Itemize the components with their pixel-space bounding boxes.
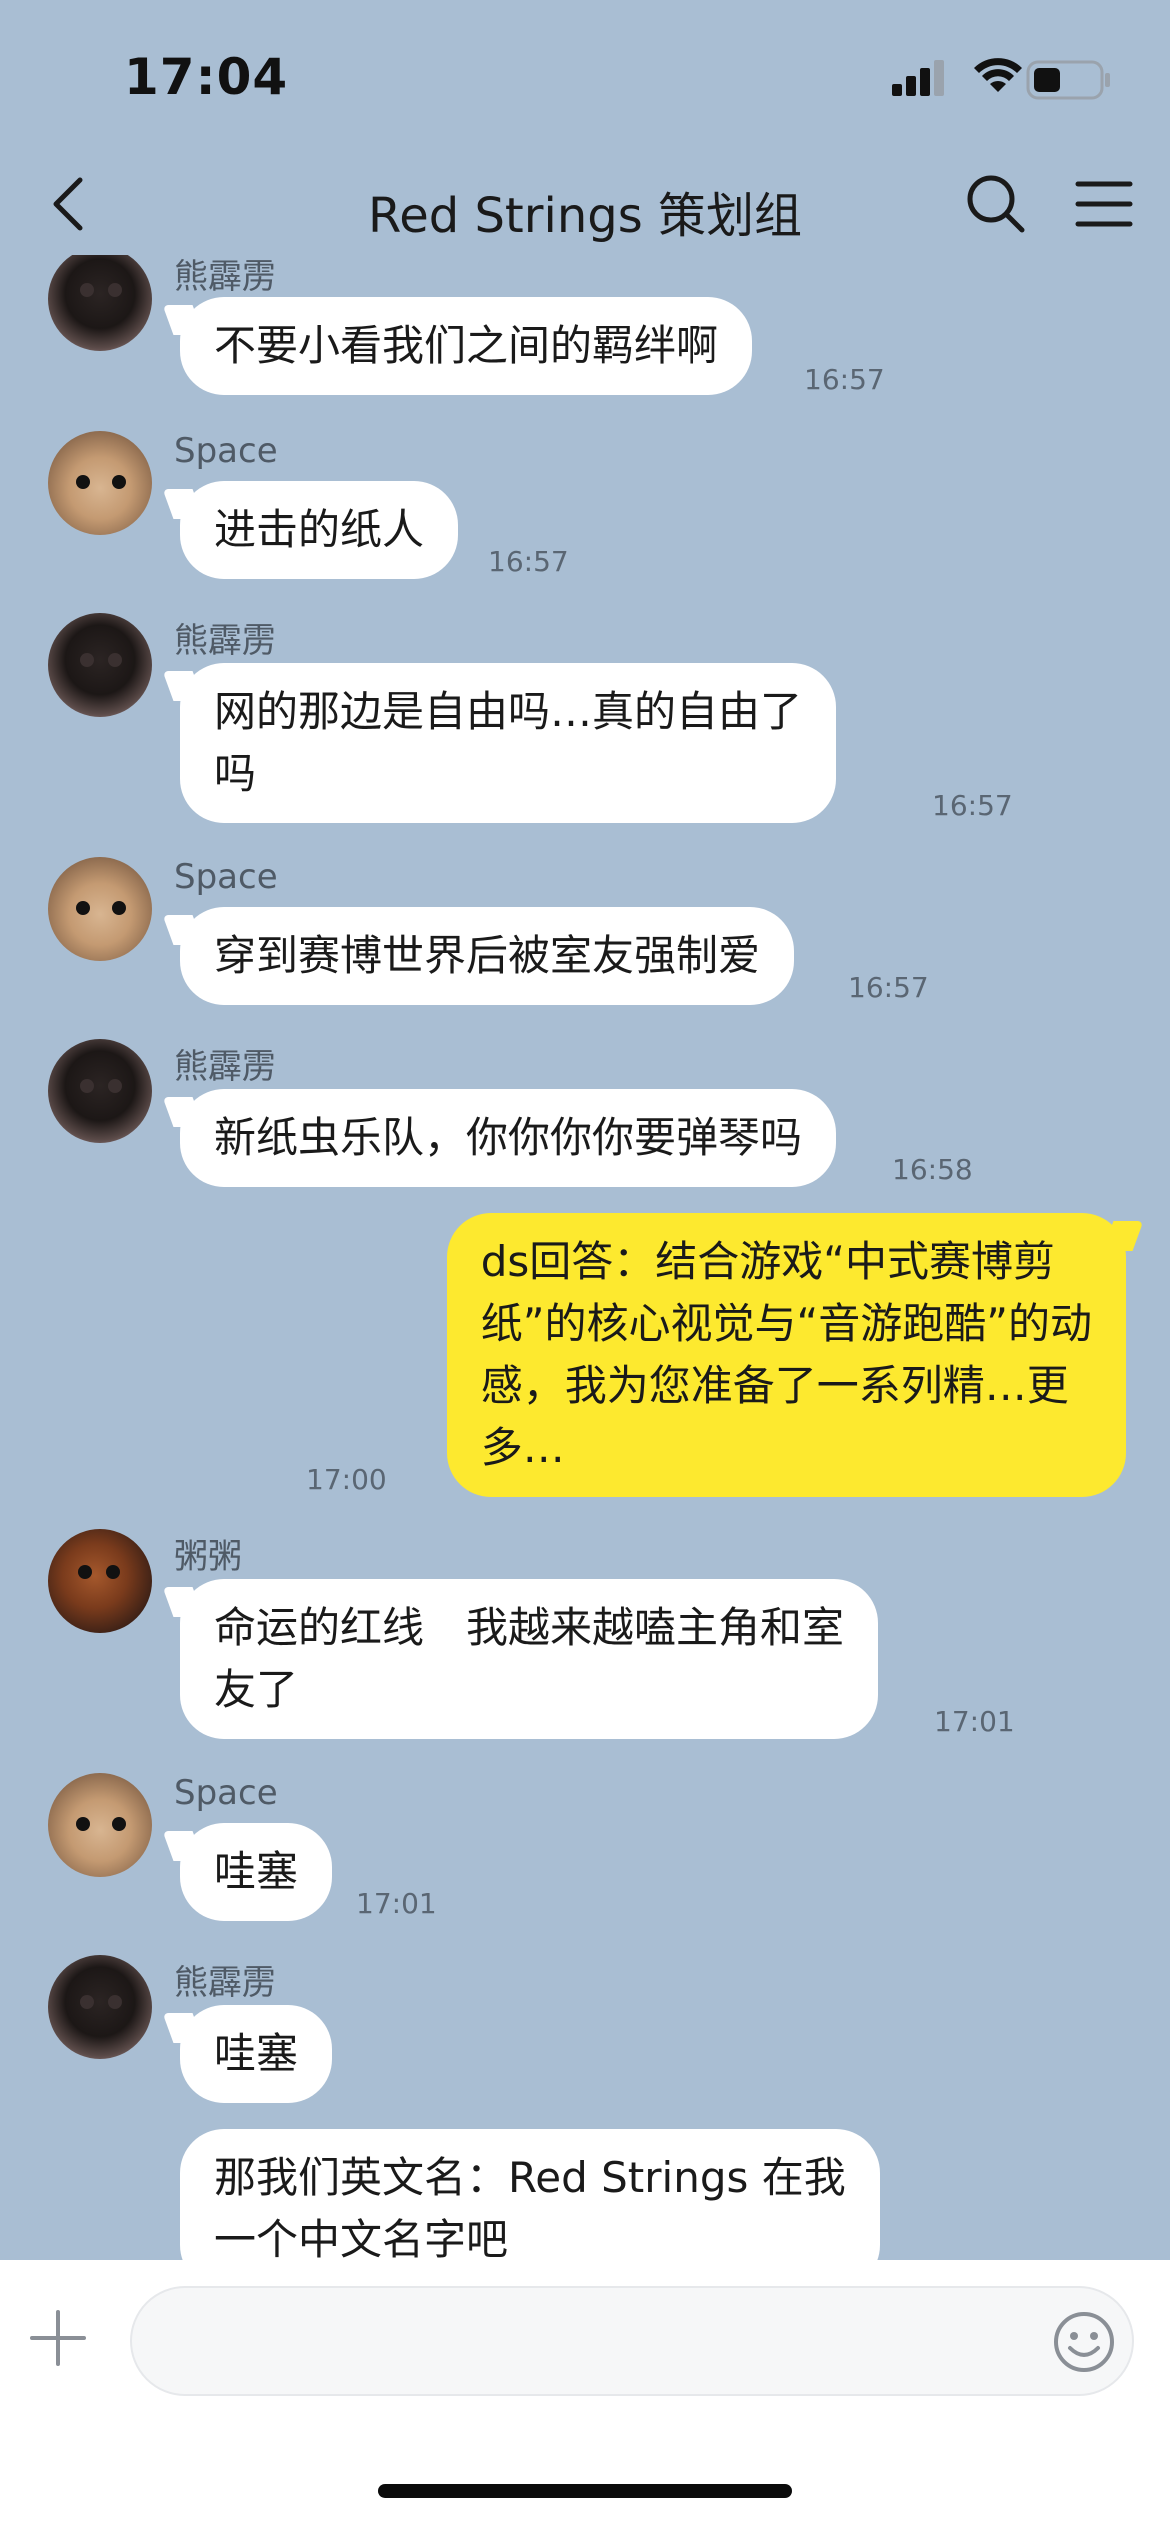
message-bubble[interactable]: 哇塞 (180, 2005, 333, 2103)
sender-name: 熊霹雳 (174, 1047, 276, 1087)
message-bubble[interactable]: 命运的红线 我越来越嗑主角和室 友了 (180, 1579, 879, 1739)
sender-name: Space (174, 1773, 278, 1813)
sender-name: Space (174, 431, 278, 471)
message-text-line: 那我们英文名：Red Strings 在我 (214, 2153, 846, 2202)
message-text-line: 友了 (214, 1665, 299, 1714)
wifi-icon (974, 58, 1022, 92)
menu-icon[interactable] (1074, 176, 1134, 232)
sender-name: Space (174, 857, 278, 897)
message-bubble[interactable]: 网的那边是自由吗…真的自由了 吗 (180, 663, 837, 823)
message-time: 16:57 (848, 971, 929, 1004)
message-time: 17:01 (934, 1705, 1015, 1738)
message-text: 新纸虫乐队，你你你你要弹琴吗 (214, 1113, 803, 1162)
avatar[interactable] (48, 1955, 152, 2059)
message-time: 16:58 (892, 1153, 973, 1186)
avatar[interactable] (48, 255, 152, 351)
search-icon[interactable] (964, 172, 1028, 236)
message-bubble[interactable]: 新纸虫乐队，你你你你要弹琴吗 (180, 1089, 837, 1187)
avatar[interactable] (48, 1039, 152, 1143)
message-text-line: 命运的红线 我越来越嗑主角和室 (214, 1603, 845, 1652)
sender-name: 粥粥 (174, 1537, 242, 1577)
home-indicator[interactable] (378, 2484, 792, 2498)
signal-icon (892, 60, 944, 96)
avatar[interactable] (48, 1773, 152, 1877)
message-text-line: 多… (480, 1423, 565, 1472)
sender-name: 熊霹雳 (174, 257, 276, 297)
message-bubble[interactable]: 进击的纸人 (180, 481, 459, 579)
chat-header: Red Strings 策划组 (0, 150, 1170, 255)
message-bubble[interactable]: ds回答：结合游戏“中式赛博剪 纸”的核心视觉与“音游跑酷”的动 感，我为您准备… (446, 1213, 1126, 1497)
battery-icon (1026, 60, 1110, 100)
emoji-icon[interactable] (1052, 2310, 1116, 2374)
message-bubble[interactable]: 穿到赛博世界后被室友强制爱 (180, 907, 795, 1005)
avatar[interactable] (48, 1529, 152, 1633)
message-bubble[interactable]: 哇塞 (180, 1823, 333, 1921)
avatar[interactable] (48, 613, 152, 717)
message-text-line: 吗 (214, 749, 257, 798)
message-time: 17:01 (356, 1887, 437, 1920)
message-text-line: 纸”的核心视觉与“音游跑酷”的动 (480, 1299, 1092, 1348)
sender-name: 熊霹雳 (174, 1963, 276, 2003)
message-text-line: 一个中文名字吧 (214, 2215, 509, 2260)
message-time: 16:57 (804, 363, 885, 396)
status-bar: 17:04 (0, 0, 1170, 150)
plus-icon[interactable] (28, 2308, 88, 2368)
message-text: 哇塞 (214, 2029, 299, 2078)
avatar[interactable] (48, 431, 152, 535)
status-time: 17:04 (124, 48, 289, 106)
message-time: 16:57 (932, 789, 1013, 822)
message-text: 不要小看我们之间的羁绊啊 (214, 321, 719, 370)
avatar[interactable] (48, 857, 152, 961)
message-bubble[interactable]: 不要小看我们之间的羁绊啊 (180, 297, 753, 395)
message-list[interactable]: 熊霹雳 不要小看我们之间的羁绊啊 16:57 Space 进击的纸人 16:57… (0, 255, 1170, 2260)
message-bubble[interactable]: 那我们英文名：Red Strings 在我 一个中文名字吧 (180, 2129, 880, 2260)
message-input[interactable] (130, 2286, 1134, 2396)
message-text-line: 网的那边是自由吗…真的自由了 (214, 687, 803, 736)
message-text: 哇塞 (214, 1847, 299, 1896)
message-text: 进击的纸人 (214, 505, 425, 554)
message-time: 16:57 (488, 545, 569, 578)
message-text-line: 感，我为您准备了一系列精…更 (480, 1361, 1069, 1410)
message-time: 17:00 (306, 1463, 387, 1496)
message-text: 穿到赛博世界后被室友强制爱 (214, 931, 761, 980)
sender-name: 熊霹雳 (174, 621, 276, 661)
message-text-line: ds回答：结合游戏“中式赛博剪 (480, 1237, 1056, 1286)
